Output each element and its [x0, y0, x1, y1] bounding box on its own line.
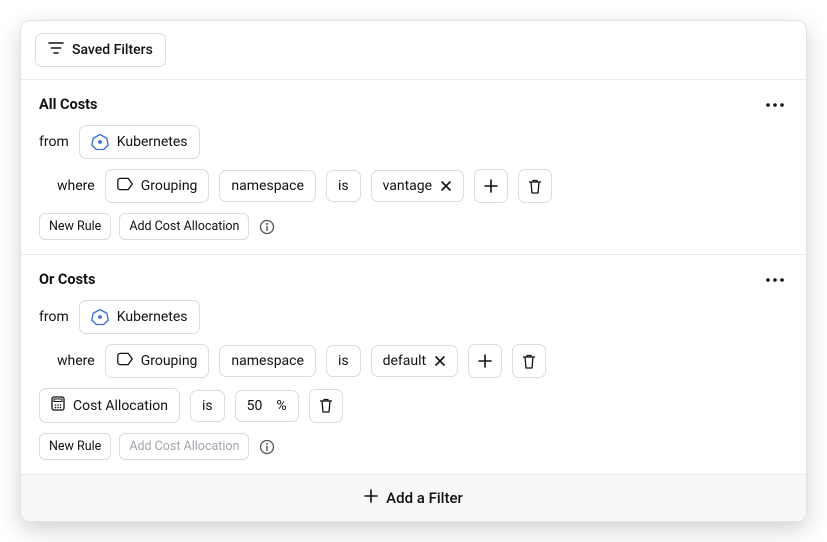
value-chip[interactable]: default	[371, 345, 459, 377]
field-value: namespace	[231, 178, 304, 194]
add-condition-button[interactable]	[468, 344, 502, 378]
saved-filters-button[interactable]: Saved Filters	[35, 33, 166, 67]
info-tooltip-trigger[interactable]	[259, 439, 275, 455]
kubernetes-icon	[91, 133, 109, 151]
add-cost-allocation-button[interactable]: Add Cost Allocation	[119, 213, 249, 240]
tag-icon	[117, 352, 133, 370]
cost-allocation-value-input[interactable]: 50 %	[235, 390, 299, 422]
tag-icon	[117, 177, 133, 195]
filters-panel: Saved Filters All Costs from Kubernetes …	[20, 20, 807, 522]
section-more-button[interactable]	[762, 99, 788, 111]
field-select[interactable]: namespace	[219, 345, 316, 377]
info-icon	[259, 439, 275, 455]
add-filter-label: Add a Filter	[386, 489, 463, 507]
trash-icon	[528, 179, 542, 194]
trash-icon	[522, 354, 536, 369]
grouping-label: Grouping	[141, 353, 198, 369]
section-more-button[interactable]	[762, 274, 788, 286]
kubernetes-icon	[91, 308, 109, 326]
remove-value-button[interactable]	[434, 355, 446, 367]
filter-section-all-costs: All Costs from Kubernetes where Grouping	[21, 80, 806, 255]
filter-section-or-costs: Or Costs from Kubernetes where Grouping	[21, 255, 806, 475]
trash-icon	[319, 398, 333, 413]
grouping-select[interactable]: Grouping	[105, 169, 210, 203]
cost-allocation-chip[interactable]: Cost Allocation	[39, 388, 180, 423]
from-label: from	[39, 309, 69, 325]
provider-name: Kubernetes	[117, 309, 188, 325]
value-chip[interactable]: vantage	[371, 170, 465, 202]
close-icon	[440, 180, 452, 192]
field-select[interactable]: namespace	[219, 170, 316, 202]
filter-lines-icon	[48, 41, 64, 59]
value-text: vantage	[383, 178, 433, 194]
operator-select[interactable]: is	[326, 345, 361, 377]
remove-value-button[interactable]	[440, 180, 452, 192]
cost-allocation-operator-text: is	[202, 398, 213, 414]
topbar: Saved Filters	[21, 21, 806, 80]
add-cost-allocation-label: Add Cost Allocation	[129, 219, 239, 234]
info-icon	[259, 219, 275, 235]
provider-select[interactable]: Kubernetes	[79, 125, 200, 159]
calculator-icon	[51, 396, 65, 415]
cost-allocation-suffix: %	[276, 398, 286, 414]
plus-icon	[484, 179, 498, 193]
section-title: All Costs	[39, 96, 98, 113]
section-title: Or Costs	[39, 271, 95, 288]
where-label: where	[57, 178, 95, 194]
grouping-label: Grouping	[141, 178, 198, 194]
saved-filters-label: Saved Filters	[72, 42, 153, 58]
plus-icon	[478, 354, 492, 368]
add-cost-allocation-button: Add Cost Allocation	[119, 433, 249, 460]
add-cost-allocation-label: Add Cost Allocation	[129, 439, 239, 454]
provider-select[interactable]: Kubernetes	[79, 300, 200, 334]
ellipsis-horizontal-icon	[766, 278, 784, 282]
delete-cost-allocation-button[interactable]	[309, 389, 343, 423]
info-tooltip-trigger[interactable]	[259, 219, 275, 235]
field-value: namespace	[231, 353, 304, 369]
from-label: from	[39, 134, 69, 150]
operator-value: is	[338, 178, 349, 194]
cost-allocation-label: Cost Allocation	[73, 398, 168, 414]
cost-allocation-value: 50	[247, 398, 263, 414]
add-filter-button[interactable]: Add a Filter	[21, 475, 806, 521]
operator-value: is	[338, 353, 349, 369]
delete-rule-button[interactable]	[512, 344, 546, 378]
add-condition-button[interactable]	[474, 169, 508, 203]
value-text: default	[383, 353, 427, 369]
new-rule-label: New Rule	[49, 219, 101, 234]
ellipsis-horizontal-icon	[766, 103, 784, 107]
cost-allocation-operator[interactable]: is	[190, 390, 225, 422]
new-rule-label: New Rule	[49, 439, 101, 454]
operator-select[interactable]: is	[326, 170, 361, 202]
close-icon	[434, 355, 446, 367]
new-rule-button[interactable]: New Rule	[39, 433, 111, 460]
new-rule-button[interactable]: New Rule	[39, 213, 111, 240]
delete-rule-button[interactable]	[518, 169, 552, 203]
provider-name: Kubernetes	[117, 134, 188, 150]
plus-icon	[364, 489, 378, 507]
grouping-select[interactable]: Grouping	[105, 344, 210, 378]
where-label: where	[57, 353, 95, 369]
